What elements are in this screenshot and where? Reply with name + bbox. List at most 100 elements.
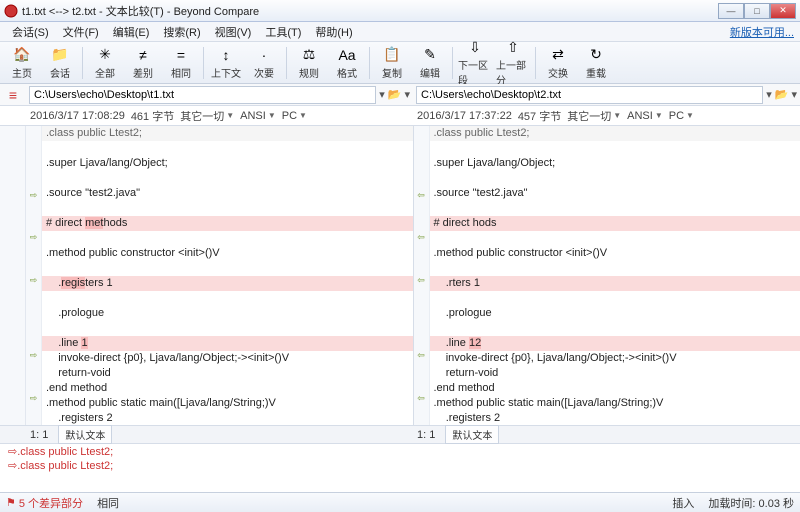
code-line[interactable] bbox=[42, 291, 413, 306]
overview-gutter[interactable] bbox=[0, 126, 26, 425]
code-line[interactable]: invoke-direct {p0}, Ljava/lang/Object;->… bbox=[430, 351, 800, 366]
left-other-dropdown[interactable]: 其它一切▼ bbox=[180, 108, 234, 124]
menu-session[interactable]: 会话(S) bbox=[6, 22, 55, 42]
code-line[interactable]: # direct methods bbox=[42, 216, 413, 231]
dropdown-icon[interactable]: ▾ bbox=[404, 88, 410, 101]
reload-button[interactable]: ↻重载 bbox=[578, 44, 614, 82]
merge-preview[interactable]: ⇨.class public Ltest2; ⇨.class public Lt… bbox=[0, 444, 800, 492]
code-line[interactable] bbox=[42, 201, 413, 216]
code-line[interactable] bbox=[430, 291, 800, 306]
code-line[interactable] bbox=[430, 261, 800, 276]
diff-button[interactable]: ≠差别 bbox=[125, 44, 161, 82]
right-other-dropdown[interactable]: 其它一切▼ bbox=[567, 108, 621, 124]
left-marker-gutter: ⇨⇨⇨⇨⇨ bbox=[26, 126, 42, 425]
code-line[interactable]: .end method bbox=[430, 381, 800, 396]
code-line[interactable]: return-void bbox=[42, 366, 413, 381]
menu-tools[interactable]: 工具(T) bbox=[259, 22, 307, 42]
code-line[interactable] bbox=[430, 201, 800, 216]
browse-icon[interactable]: 📂 bbox=[388, 88, 402, 101]
edit-button[interactable]: ✎编辑 bbox=[412, 44, 448, 82]
left-enc2-dropdown[interactable]: PC▼ bbox=[282, 110, 307, 122]
code-line[interactable]: .registers 2 bbox=[430, 411, 800, 425]
update-link[interactable]: 新版本可用... bbox=[730, 24, 794, 40]
minimize-button[interactable]: — bbox=[718, 3, 744, 19]
code-line[interactable]: .class public Ltest2; bbox=[42, 126, 413, 141]
home-button[interactable]: 🏠主页 bbox=[4, 44, 40, 82]
code-line[interactable]: .method public static main([Ljava/lang/S… bbox=[42, 396, 413, 411]
code-line[interactable]: .line 12 bbox=[430, 336, 800, 351]
menu-help[interactable]: 帮助(H) bbox=[309, 22, 358, 42]
code-line[interactable]: .registers 1 bbox=[42, 276, 413, 291]
rules-button[interactable]: ⚖规则 bbox=[291, 44, 327, 82]
same-button[interactable]: =相同 bbox=[163, 44, 199, 82]
browse-icon[interactable]: 📂 bbox=[775, 88, 789, 101]
left-encoding-label[interactable]: 默认文本 bbox=[58, 425, 112, 444]
swap-button[interactable]: ⇄交换 bbox=[540, 44, 576, 82]
dropdown-icon[interactable]: ▾ bbox=[791, 88, 797, 101]
all-button[interactable]: ✳全部 bbox=[87, 44, 123, 82]
diff-count: ⚑5 个差异部分 bbox=[6, 495, 83, 511]
next-section-button[interactable]: ⇩下一区段 bbox=[457, 44, 493, 82]
left-path-input[interactable] bbox=[29, 86, 376, 104]
code-line[interactable]: .line 1 bbox=[42, 336, 413, 351]
code-line[interactable]: .source "test2.java" bbox=[430, 186, 800, 201]
left-enc1-dropdown[interactable]: ANSI▼ bbox=[240, 110, 276, 122]
code-line[interactable]: .rters 1 bbox=[430, 276, 800, 291]
code-line[interactable]: .super Ljava/lang/Object; bbox=[430, 156, 800, 171]
minor-button[interactable]: ·次要 bbox=[246, 44, 282, 82]
menu-edit[interactable]: 编辑(E) bbox=[107, 22, 156, 42]
status-same: 相同 bbox=[97, 495, 119, 511]
arrow-right-icon: ⇨ bbox=[8, 446, 17, 458]
context-button[interactable]: ↕上下文 bbox=[208, 44, 244, 82]
code-line[interactable] bbox=[42, 171, 413, 186]
code-line[interactable]: .end method bbox=[42, 381, 413, 396]
right-code[interactable]: .class public Ltest2; .super Ljava/lang/O… bbox=[430, 126, 800, 425]
diff-marker-icon bbox=[414, 372, 429, 383]
diff-marker-icon bbox=[26, 308, 41, 319]
maximize-button[interactable]: □ bbox=[744, 3, 770, 19]
diff-marker-icon bbox=[414, 361, 429, 372]
code-line[interactable]: .prologue bbox=[430, 306, 800, 321]
code-line[interactable] bbox=[430, 321, 800, 336]
code-line[interactable]: return-void bbox=[430, 366, 800, 381]
right-enc2-dropdown[interactable]: PC▼ bbox=[669, 110, 694, 122]
session-button[interactable]: 📁会话 bbox=[42, 44, 78, 82]
window-title: t1.txt <--> t2.txt - 文本比较(T) - Beyond Co… bbox=[22, 3, 718, 19]
prev-icon: ⇧ bbox=[504, 39, 522, 56]
code-line[interactable]: .super Ljava/lang/Object; bbox=[42, 156, 413, 171]
code-line[interactable]: .prologue bbox=[42, 306, 413, 321]
menu-view[interactable]: 视图(V) bbox=[209, 22, 258, 42]
swap-icon: ⇄ bbox=[549, 46, 567, 64]
close-button[interactable]: ✕ bbox=[770, 3, 796, 19]
code-line[interactable] bbox=[42, 321, 413, 336]
diff-marker-icon bbox=[414, 222, 429, 233]
menu-file[interactable]: 文件(F) bbox=[57, 22, 105, 42]
prev-part-button[interactable]: ⇧上一部分 bbox=[495, 44, 531, 82]
compare-mode-icon[interactable]: ≡ bbox=[0, 87, 26, 103]
dropdown-icon[interactable]: ▾ bbox=[379, 88, 385, 101]
right-enc1-dropdown[interactable]: ANSI▼ bbox=[627, 110, 663, 122]
statusbar: ⚑5 个差异部分 相同 插入 加载时间: 0.03 秒 bbox=[0, 492, 800, 512]
left-code[interactable]: .class public Ltest2; .super Ljava/lang/O… bbox=[42, 126, 413, 425]
code-line[interactable]: .class public Ltest2; bbox=[430, 126, 800, 141]
code-line[interactable]: .source "test2.java" bbox=[42, 186, 413, 201]
copy-button[interactable]: 📋复制 bbox=[374, 44, 410, 82]
format-button[interactable]: Aa格式 bbox=[329, 44, 365, 82]
diff-marker-icon bbox=[26, 126, 41, 137]
code-line[interactable] bbox=[430, 171, 800, 186]
menu-search[interactable]: 搜索(R) bbox=[157, 22, 206, 42]
code-line[interactable]: .method public static main([Ljava/lang/S… bbox=[430, 396, 800, 411]
code-line[interactable]: .method public constructor <init>()V bbox=[42, 246, 413, 261]
code-line[interactable] bbox=[430, 231, 800, 246]
code-line[interactable]: # direct hods bbox=[430, 216, 800, 231]
code-line[interactable]: .method public constructor <init>()V bbox=[430, 246, 800, 261]
dropdown-icon[interactable]: ▾ bbox=[766, 88, 772, 101]
right-path-input[interactable] bbox=[416, 86, 763, 104]
code-line[interactable]: .registers 2 bbox=[42, 411, 413, 425]
right-encoding-label[interactable]: 默认文本 bbox=[445, 425, 499, 444]
code-line[interactable] bbox=[42, 141, 413, 156]
code-line[interactable] bbox=[42, 261, 413, 276]
code-line[interactable] bbox=[42, 231, 413, 246]
code-line[interactable] bbox=[430, 141, 800, 156]
code-line[interactable]: invoke-direct {p0}, Ljava/lang/Object;->… bbox=[42, 351, 413, 366]
